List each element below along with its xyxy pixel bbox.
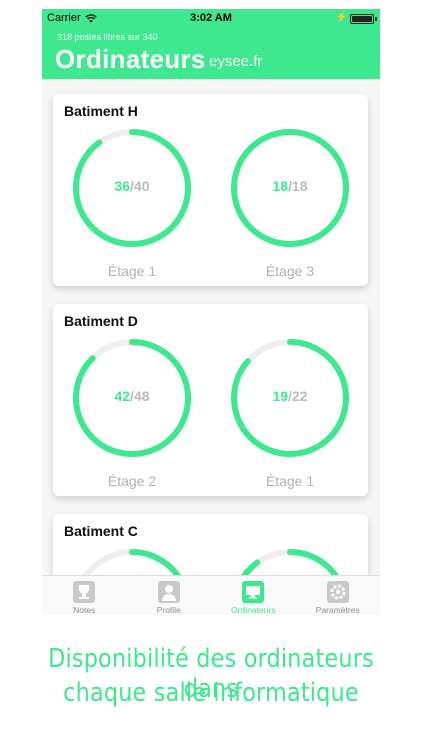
trophy-icon [72, 580, 96, 603]
building-card[interactable]: Batiment D 42/48 Étage 2 19/22 Étage 1 [53, 304, 368, 496]
availability-value: 42/48 [70, 388, 194, 404]
app-header: 318 postes libres sur 340 Ordinateurs ey… [42, 29, 380, 79]
floor-label: Étage 2 [107, 473, 157, 489]
free-count: 36 [114, 178, 131, 194]
total-count: /40 [130, 178, 150, 194]
gauge-arc [231, 549, 349, 575]
total-count: /48 [130, 388, 150, 404]
charging-icon: ⚡ [335, 12, 348, 23]
person-icon [157, 580, 181, 603]
tab-parametres[interactable]: Paramètres [296, 576, 381, 615]
availability-summary: 318 postes libres sur 340 [57, 32, 158, 42]
tab-bar: Notes Profile Ordinateurs Paramètres [42, 575, 380, 615]
battery-tip [375, 17, 377, 21]
gear-icon [326, 580, 350, 603]
status-time: 3:02 AM [190, 12, 232, 24]
building-name: Batiment H [64, 103, 138, 119]
floor-gauge[interactable]: 42/48 [70, 336, 194, 460]
tab-label: Profile [156, 605, 181, 615]
floor-gauge[interactable]: 18/18 [228, 126, 352, 250]
tab-profile[interactable]: Profile [127, 576, 212, 615]
page-title: Ordinateurs [55, 44, 206, 74]
monitor-icon [241, 580, 265, 603]
building-card[interactable]: Batiment H 36/40 Étage 1 18/18 Étage 3 [53, 94, 368, 286]
floor-gauge[interactable] [70, 546, 194, 575]
tab-label: Ordinateurs [231, 605, 276, 615]
tab-label: Notes [73, 605, 96, 615]
building-name: Batiment D [64, 313, 138, 329]
building-card[interactable]: Batiment C [53, 514, 368, 575]
gauge-ring [231, 549, 349, 575]
total-count: /22 [288, 388, 308, 404]
free-count: 19 [272, 388, 289, 404]
availability-value: 18/18 [228, 178, 352, 194]
tab-notes[interactable]: Notes [42, 576, 127, 615]
free-count: 42 [114, 388, 131, 404]
phone-screen: Carrier 3:02 AM ⚡ 318 postes libres sur … [42, 9, 380, 615]
gauge-ring [73, 549, 191, 575]
free-count: 18 [272, 178, 289, 194]
floor-label: Étage 1 [265, 473, 315, 489]
buildings-list[interactable]: Batiment H 36/40 Étage 1 18/18 Étage 3 B… [42, 79, 380, 575]
total-count: /18 [288, 178, 308, 194]
battery-icon [350, 14, 374, 24]
floor-label: Étage 1 [107, 263, 157, 279]
availability-value: 36/40 [70, 178, 194, 194]
status-bar: Carrier 3:02 AM ⚡ [42, 9, 380, 29]
building-name: Batiment C [64, 523, 138, 539]
floor-label: Étage 3 [265, 263, 315, 279]
floor-gauge[interactable]: 36/40 [70, 126, 194, 250]
availability-value: 19/22 [228, 388, 352, 404]
site-link[interactable]: eysee.fr [209, 53, 262, 70]
promo-caption-line2: chaque salle informatique [63, 678, 359, 708]
floor-gauge[interactable]: 19/22 [228, 336, 352, 460]
tab-ordinateurs[interactable]: Ordinateurs [211, 576, 296, 615]
tab-label: Paramètres [315, 605, 360, 615]
floor-gauge[interactable] [228, 546, 352, 575]
